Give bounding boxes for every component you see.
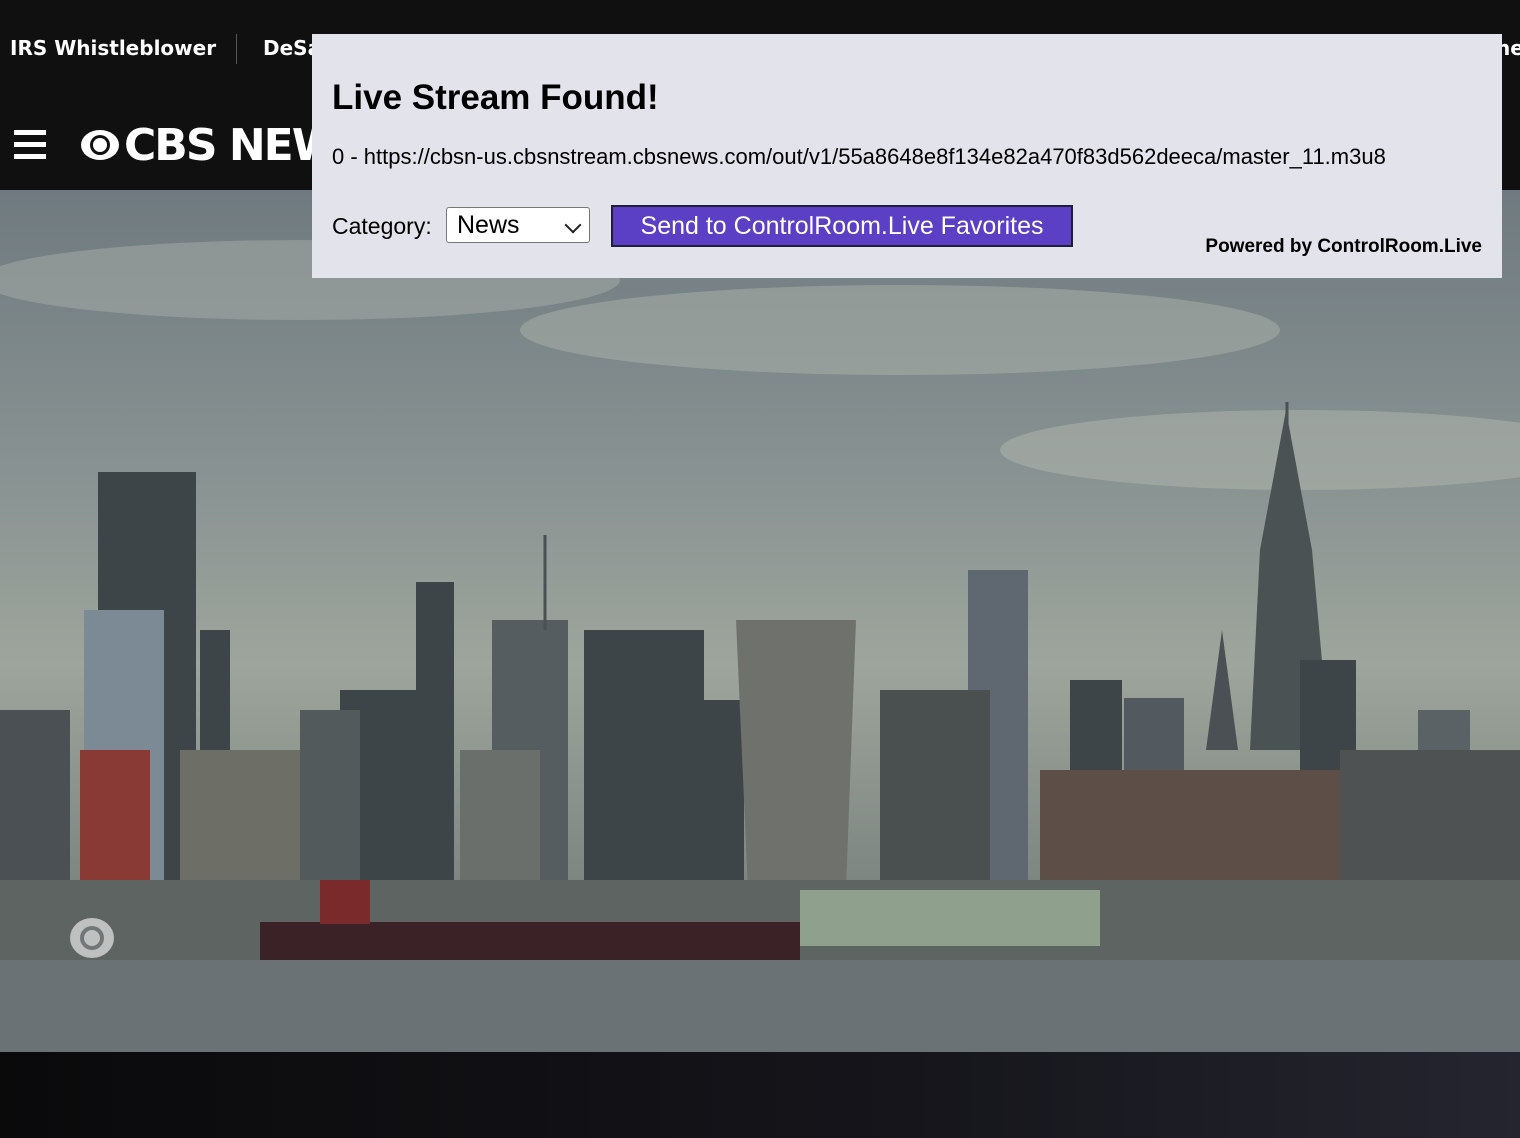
video-player[interactable] bbox=[0, 190, 1520, 1052]
cbs-watermark-icon bbox=[70, 918, 114, 958]
logo-text: CBS NEW bbox=[124, 119, 340, 171]
cbs-news-logo[interactable]: CBS NEW bbox=[80, 119, 340, 171]
trending-divider bbox=[236, 34, 237, 64]
skyline-video-frame bbox=[0, 240, 1520, 1052]
send-to-favorites-button[interactable]: Send to ControlRoom.Live Favorites bbox=[611, 205, 1073, 247]
cbs-eye-icon bbox=[81, 130, 119, 160]
video-controls-area bbox=[0, 1052, 1520, 1138]
stream-url[interactable]: 0 - https://cbsn-us.cbsnstream.cbsnews.c… bbox=[332, 144, 1386, 170]
trending-link-irs-whistleblower[interactable]: IRS Whistleblower bbox=[10, 36, 216, 60]
powered-by-label: Powered by ControlRoom.Live bbox=[1205, 236, 1482, 257]
chevron-down-icon bbox=[564, 216, 582, 234]
live-stream-popup: Live Stream Found! 0 - https://cbsn-us.c… bbox=[312, 34, 1502, 278]
category-select[interactable]: News bbox=[446, 207, 590, 243]
category-selected-value: News bbox=[457, 211, 520, 239]
hamburger-menu-icon[interactable] bbox=[14, 130, 46, 160]
category-label: Category: bbox=[332, 213, 432, 239]
popup-title: Live Stream Found! bbox=[332, 78, 659, 117]
